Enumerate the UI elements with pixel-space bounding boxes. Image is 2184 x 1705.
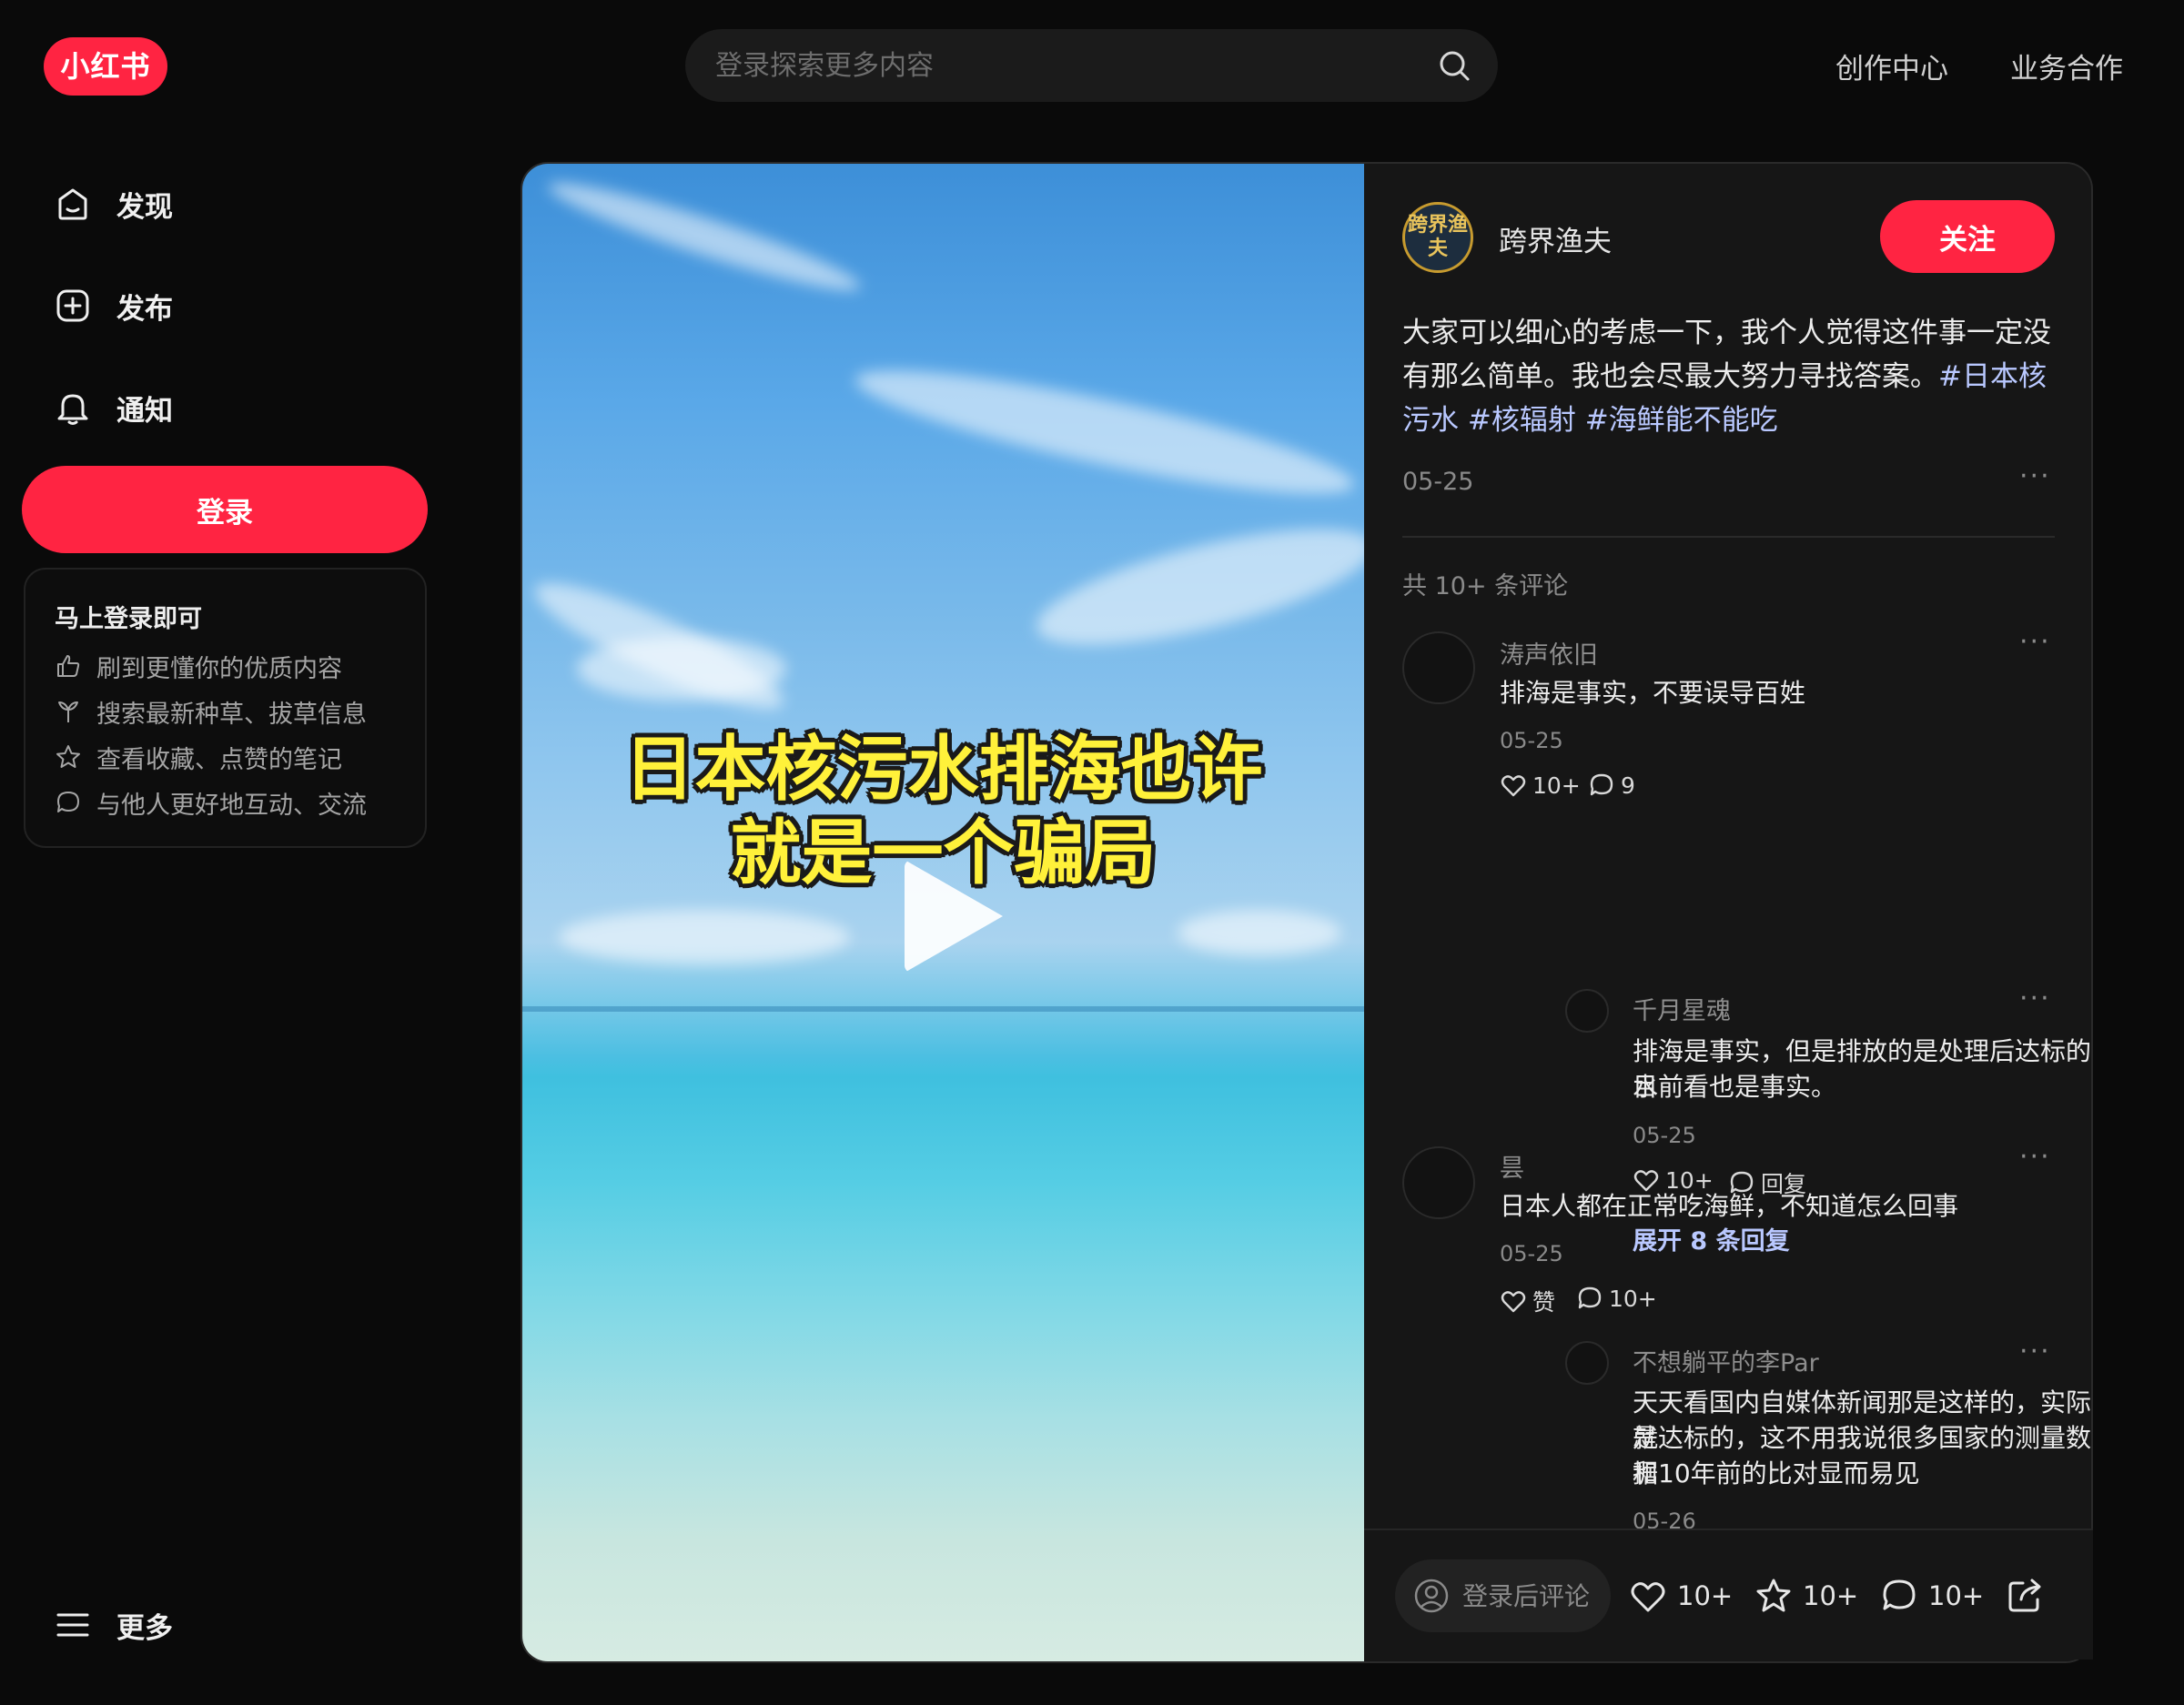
comment-date: 05-25 [1500, 728, 1563, 753]
sidebar-item-publish[interactable]: 发布 [53, 278, 173, 333]
sidebar-item-label: 更多 [116, 1611, 173, 1645]
video-caption-line: 日本核污水排海也许 [623, 729, 1263, 811]
cloud [559, 910, 850, 964]
creator-center-link[interactable]: 创作中心 [1835, 45, 1948, 86]
collect-count: 10+ [1803, 1580, 1859, 1611]
chat-icon [57, 792, 79, 812]
comment-user[interactable]: 昙 [1500, 1148, 1524, 1184]
cloud [1178, 910, 1341, 955]
comment-reply-button[interactable]: 9 [1588, 772, 1635, 799]
login-promo-card: 马上登录即可 刷到更懂你的优质内容 搜索最新种草、拔草信息 查看收藏、点赞的笔记… [24, 568, 427, 848]
thumb-up-icon [57, 655, 80, 677]
more-options-icon[interactable]: ··· [2019, 1336, 2051, 1367]
sidebar-item-discover[interactable]: 发现 [53, 177, 173, 231]
cloud [542, 168, 866, 305]
comment-reply-button[interactable]: 10+ [1576, 1285, 1657, 1312]
comment-date: 05-25 [1500, 1241, 1563, 1266]
promo-item-text: 搜索最新种草、拔草信息 [96, 700, 367, 729]
chat-icon [1883, 1579, 1916, 1610]
home-icon [58, 188, 87, 220]
note-description: 大家可以细心的考虑一下，我个人觉得这件事一定没有那么简单。我也会尽最大努力寻找答… [1402, 311, 2062, 442]
divider [1402, 536, 2055, 538]
search-input[interactable] [715, 29, 1407, 102]
cloud [577, 637, 786, 701]
comment-count: 10+ [1928, 1580, 1985, 1611]
avatar[interactable] [1565, 1341, 1609, 1385]
sidebar-item-notifications[interactable]: 通知 [53, 380, 173, 435]
avatar[interactable] [1402, 1146, 1475, 1219]
play-icon[interactable] [905, 860, 1003, 973]
promo-item-text: 与他人更好地互动、交流 [96, 791, 367, 820]
like-button[interactable]: 10+ [1628, 1576, 1733, 1616]
search-icon[interactable] [1436, 47, 1472, 84]
heart-icon [1501, 775, 1526, 797]
author-name[interactable]: 跨界渔夫 [1499, 218, 1612, 259]
like-count: 10+ [1532, 772, 1581, 799]
login-button[interactable]: 登录 [22, 466, 428, 553]
author-avatar[interactable]: 跨界渔夫 [1402, 202, 1473, 273]
reply-count: 9 [1621, 772, 1635, 799]
collect-button[interactable]: 10+ [1754, 1576, 1858, 1616]
comment-like-button[interactable]: 赞 [1500, 1285, 1555, 1317]
avatar[interactable] [1402, 631, 1475, 704]
heart-icon [1501, 1291, 1526, 1313]
chat-icon [1578, 1286, 1602, 1309]
more-options-icon[interactable]: ··· [2019, 1141, 2051, 1173]
star-icon [1756, 1579, 1791, 1612]
comment-text: 日本人都在正常吃海鲜，不知道怎么回事 [1500, 1191, 1959, 1221]
comment-text: 目前看也是事实。 [1633, 1072, 1837, 1102]
cloud [1026, 505, 1364, 669]
chat-icon [1590, 773, 1613, 796]
business-link[interactable]: 业务合作 [2010, 45, 2123, 86]
comment-user[interactable]: 不想躺平的李Par [1633, 1343, 1819, 1378]
comment-box[interactable] [1395, 1559, 1611, 1632]
bell-icon [57, 394, 88, 425]
post-date: 05-25 [1402, 468, 1474, 496]
promo-item: 与他人更好地互动、交流 [55, 784, 367, 821]
promo-item-text: 刷到更懂你的优质内容 [96, 654, 342, 683]
comment-button[interactable]: 10+ [1879, 1576, 1984, 1616]
more-options-icon[interactable]: ··· [2019, 460, 2051, 492]
sidebar-item-label: 发现 [116, 190, 173, 224]
comment-date: 05-25 [1633, 1123, 1696, 1148]
sidebar-item-more[interactable]: 更多 [53, 1598, 173, 1652]
promo-item: 搜索最新种草、拔草信息 [55, 693, 367, 730]
avatar[interactable] [1565, 989, 1609, 1033]
video-player[interactable]: 日本核污水排海也许 就是一个骗局 [522, 164, 1364, 1661]
hashtag[interactable]: #核辐射 [1468, 404, 1576, 437]
heart-icon [1631, 1582, 1665, 1612]
comments-count: 共 10+ 条评论 [1402, 572, 1569, 600]
comment-user[interactable]: 涛声依旧 [1500, 635, 1598, 671]
star-icon [56, 745, 80, 768]
more-options-icon[interactable]: ··· [2019, 983, 2051, 1014]
search-bar[interactable] [685, 29, 1498, 102]
more-options-icon[interactable]: ··· [2019, 626, 2051, 658]
xiaohongshu-logo[interactable]: 小红书 [44, 37, 167, 96]
cloud [848, 348, 1361, 517]
user-circle-icon [1414, 1579, 1449, 1613]
plus-square-icon [56, 289, 89, 322]
follow-button[interactable]: 关注 [1880, 200, 2055, 273]
sidebar-item-label: 发布 [116, 292, 173, 326]
reply-count: 10+ [1609, 1285, 1657, 1312]
promo-item: 查看收藏、点赞的笔记 [55, 739, 342, 775]
comment-text: 和10年前的比对显而易见 [1633, 1458, 1920, 1488]
comment-like-button[interactable]: 10+ [1500, 772, 1581, 799]
promo-item: 刷到更懂你的优质内容 [55, 648, 342, 684]
horizon-line [522, 1006, 1364, 1012]
expand-replies-button[interactable]: 展开 8 条回复 [1633, 1221, 1790, 1256]
sidebar-item-label: 通知 [116, 394, 173, 428]
sprout-icon [58, 701, 78, 722]
hashtag[interactable]: #海鲜能不能吃 [1585, 404, 1778, 437]
menu-icon [56, 1613, 89, 1637]
comment-text: 排海是事实，不要误导百姓 [1500, 678, 1806, 708]
comment-input[interactable] [1462, 1559, 1608, 1632]
comment-user[interactable]: 千月星魂 [1633, 991, 1731, 1026]
share-icon[interactable] [2005, 1574, 2047, 1616]
like-count: 赞 [1532, 1289, 1556, 1316]
promo-item-text: 查看收藏、点赞的笔记 [96, 745, 342, 774]
like-count: 10+ [1677, 1580, 1734, 1611]
promo-title: 马上登录即可 [55, 605, 202, 633]
bottom-action-bar: 10+ 10+ 10+ [1364, 1528, 2093, 1660]
